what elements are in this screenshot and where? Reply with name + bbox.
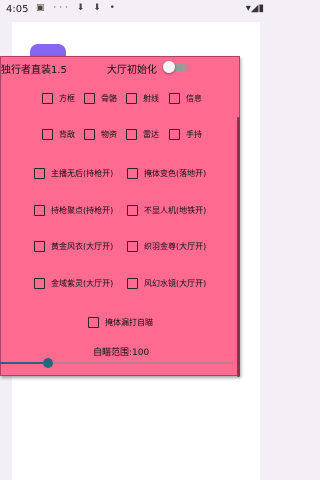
- status-bar: 4:05 ▣ ··· ⬇ ⬇ • ▾◢▮: [0, 0, 270, 20]
- checkbox-label: 雷达: [143, 130, 159, 139]
- checkbox-info[interactable]: 信息: [169, 93, 202, 104]
- checkbox-square: [127, 168, 138, 179]
- checkbox-square: [34, 205, 45, 216]
- checkbox-label: 主播无后(持枪开): [51, 169, 114, 178]
- checkbox-cover-color[interactable]: 掩体变色(落地开): [127, 168, 206, 179]
- checkbox-label: 射线: [143, 94, 159, 103]
- notification-icons: ▣ ··· ⬇ ⬇ •: [36, 3, 118, 13]
- checkbox-square: [42, 129, 53, 140]
- panel-scrollbar[interactable]: [237, 117, 240, 377]
- switch-thumb: [163, 61, 175, 73]
- checkbox-label: 骨骼: [101, 94, 117, 103]
- lobby-init-label: 大厅初始化: [107, 65, 157, 76]
- checkbox-water-mirror[interactable]: 风幻水镜(大厅开): [127, 278, 206, 289]
- checkbox-label: 物资: [101, 130, 117, 139]
- checkbox-square: [126, 93, 137, 104]
- checkbox-square: [42, 93, 53, 104]
- checkbox-square: [34, 168, 45, 179]
- checkbox-label: 手持: [186, 130, 202, 139]
- checkbox-label: 金域紫灵(大厅开): [51, 279, 114, 288]
- checkbox-label: 不显人机(地铁开): [144, 206, 207, 215]
- checkbox-label: 方框: [59, 94, 75, 103]
- checkbox-label: 信息: [186, 94, 202, 103]
- aim-range-slider-thumb[interactable]: [43, 358, 53, 368]
- checkbox-square: [34, 278, 45, 289]
- checkbox-square: [127, 278, 138, 289]
- checkbox-line[interactable]: 射线: [126, 93, 159, 104]
- lobby-init-switch[interactable]: [163, 61, 187, 73]
- checkbox-square: [84, 93, 95, 104]
- checkbox-square: [84, 129, 95, 140]
- checkbox-label: 黄金风衣(大厅开): [51, 242, 114, 251]
- cheat-menu-panel: 独行者直装1.5 大厅初始化 方框 骨骼 射线 信息 背敌 物资 雷达 手持 主…: [0, 56, 240, 377]
- checkbox-label: 掩体变色(落地开): [144, 169, 207, 178]
- checkbox-gold-coat[interactable]: 黄金风衣(大厅开): [34, 241, 113, 252]
- checkbox-label: 织羽金尊(大厅开): [144, 242, 207, 251]
- checkbox-purple-spirit[interactable]: 金域紫灵(大厅开): [34, 278, 113, 289]
- checkbox-square: [34, 241, 45, 252]
- checkbox-hide-bots[interactable]: 不显人机(地铁开): [127, 205, 206, 216]
- checkbox-label: 背敌: [59, 130, 75, 139]
- status-time: 4:05: [6, 4, 29, 15]
- checkbox-square: [169, 93, 180, 104]
- checkbox-box-esp[interactable]: 方框: [42, 93, 75, 104]
- checkbox-label: 风幻水镜(大厅开): [144, 279, 207, 288]
- aim-range-label: 自瞄范围:100: [93, 348, 150, 358]
- checkbox-square: [127, 241, 138, 252]
- checkbox-square: [127, 205, 138, 216]
- checkbox-square: [88, 317, 99, 328]
- checkbox-supplies[interactable]: 物资: [84, 129, 117, 140]
- checkbox-label: 持枪聚点(持枪开): [51, 206, 114, 215]
- checkbox-square: [169, 129, 180, 140]
- checkbox-handheld[interactable]: 手持: [169, 129, 202, 140]
- aim-range-slider-fill: [0, 362, 48, 364]
- signal-battery-icon: ▾◢▮: [245, 3, 264, 14]
- panel-title: 独行者直装1.5: [1, 65, 67, 76]
- checkbox-square: [126, 129, 137, 140]
- checkbox-cover-aim[interactable]: 掩体漏打自瞄: [88, 317, 153, 328]
- checkbox-aim-focus[interactable]: 持枪聚点(持枪开): [34, 205, 113, 216]
- checkbox-skeleton[interactable]: 骨骼: [84, 93, 117, 104]
- checkbox-radar[interactable]: 雷达: [126, 129, 159, 140]
- checkbox-label: 掩体漏打自瞄: [105, 318, 153, 327]
- checkbox-feather-gold[interactable]: 织羽金尊(大厅开): [127, 241, 206, 252]
- checkbox-behind-enemy[interactable]: 背敌: [42, 129, 75, 140]
- checkbox-no-recoil[interactable]: 主播无后(持枪开): [34, 168, 113, 179]
